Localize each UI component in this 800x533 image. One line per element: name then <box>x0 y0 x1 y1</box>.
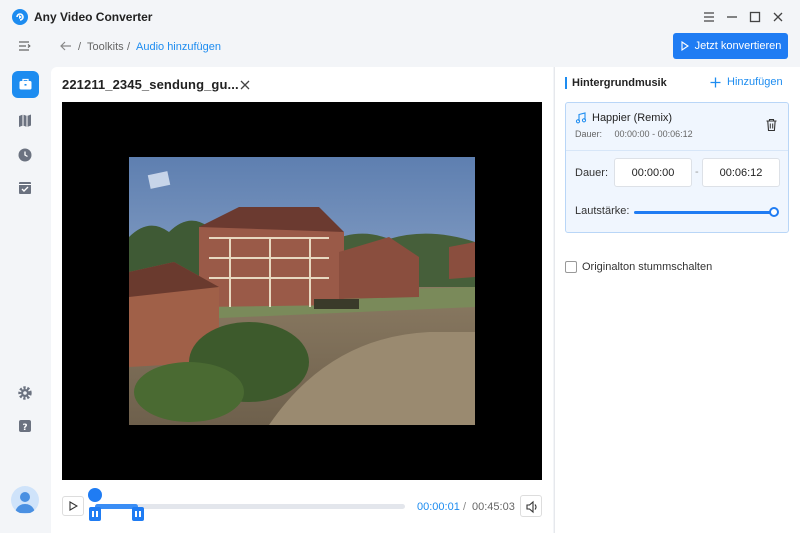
delete-track-trash-icon[interactable] <box>765 118 778 132</box>
divider <box>566 150 788 151</box>
maximize-icon[interactable] <box>746 8 764 26</box>
music-section-title: Hintergrundmusik <box>572 77 667 89</box>
speaker-icon <box>526 500 537 514</box>
convert-button[interactable]: Jetzt konvertieren <box>673 33 788 59</box>
play-icon <box>69 501 78 511</box>
playhead-handle[interactable] <box>88 488 102 502</box>
breadcrumb-separator: / <box>78 41 82 53</box>
remove-video-close-icon[interactable] <box>238 78 252 92</box>
briefcase-icon <box>19 78 32 90</box>
play-button[interactable] <box>62 496 84 516</box>
sidebar-item-tasks[interactable] <box>16 179 34 197</box>
trim-start-handle[interactable] <box>89 507 101 521</box>
close-icon[interactable] <box>769 8 787 26</box>
settings-gear-icon[interactable] <box>16 384 34 402</box>
video-frame-image <box>129 157 475 425</box>
play-outline-icon <box>681 41 689 51</box>
map-icon <box>19 114 31 127</box>
breadcrumb-separator: / <box>127 41 131 53</box>
time-range-dash: - <box>695 166 699 178</box>
volume-slider-track[interactable] <box>634 211 774 214</box>
minimize-icon[interactable] <box>723 8 741 26</box>
convert-button-label: Jetzt konvertieren <box>694 40 782 52</box>
music-note-icon <box>575 112 587 124</box>
total-time: 00:45:03 <box>472 501 515 513</box>
clock-icon <box>18 148 32 162</box>
hamburger-menu-icon[interactable] <box>700 8 718 26</box>
svg-text:?: ? <box>22 423 27 433</box>
video-title: 221211_2345_sendung_gu... <box>62 77 239 92</box>
help-icon[interactable]: ? <box>16 417 34 435</box>
add-music-button[interactable]: Hinzufügen <box>710 76 783 88</box>
end-time-input[interactable]: 00:06:12 <box>702 158 780 187</box>
track-duration-range: 00:00:00 - 00:06:12 <box>614 129 693 139</box>
volume-button[interactable] <box>520 495 542 517</box>
breadcrumb-toolkits[interactable]: Toolkits <box>87 41 124 53</box>
current-time: 00:00:01 <box>417 501 460 513</box>
section-accent-bar <box>565 77 567 89</box>
sidebar-item-history[interactable] <box>16 146 34 164</box>
app-title: Any Video Converter <box>34 10 153 24</box>
plus-icon <box>710 77 721 87</box>
checklist-icon <box>19 182 31 194</box>
app-logo-icon <box>12 9 28 25</box>
track-name: Happier (Remix) <box>592 112 673 124</box>
sidebar-item-library[interactable] <box>16 112 34 130</box>
trim-end-handle[interactable] <box>132 507 144 521</box>
user-avatar[interactable] <box>11 486 39 514</box>
collapse-menu-icon[interactable] <box>16 38 32 54</box>
mute-original-label[interactable]: Originalton stummschalten <box>582 261 712 273</box>
mute-original-checkbox[interactable] <box>565 261 577 273</box>
back-arrow-icon[interactable] <box>58 38 74 54</box>
add-music-label: Hinzufügen <box>727 76 783 88</box>
breadcrumb-current: Audio hinzufügen <box>136 41 222 53</box>
duration-label: Dauer: <box>575 167 609 179</box>
track-duration: Dauer: 00:00:00 - 00:06:12 <box>575 129 693 139</box>
volume-slider-knob[interactable] <box>769 207 779 217</box>
sidebar-item-toolkit[interactable] <box>12 71 39 98</box>
time-separator: / <box>463 501 467 513</box>
volume-label: Lautstärke: <box>575 205 630 217</box>
track-duration-label: Dauer: <box>575 129 603 139</box>
start-time-input[interactable]: 00:00:00 <box>614 158 692 187</box>
